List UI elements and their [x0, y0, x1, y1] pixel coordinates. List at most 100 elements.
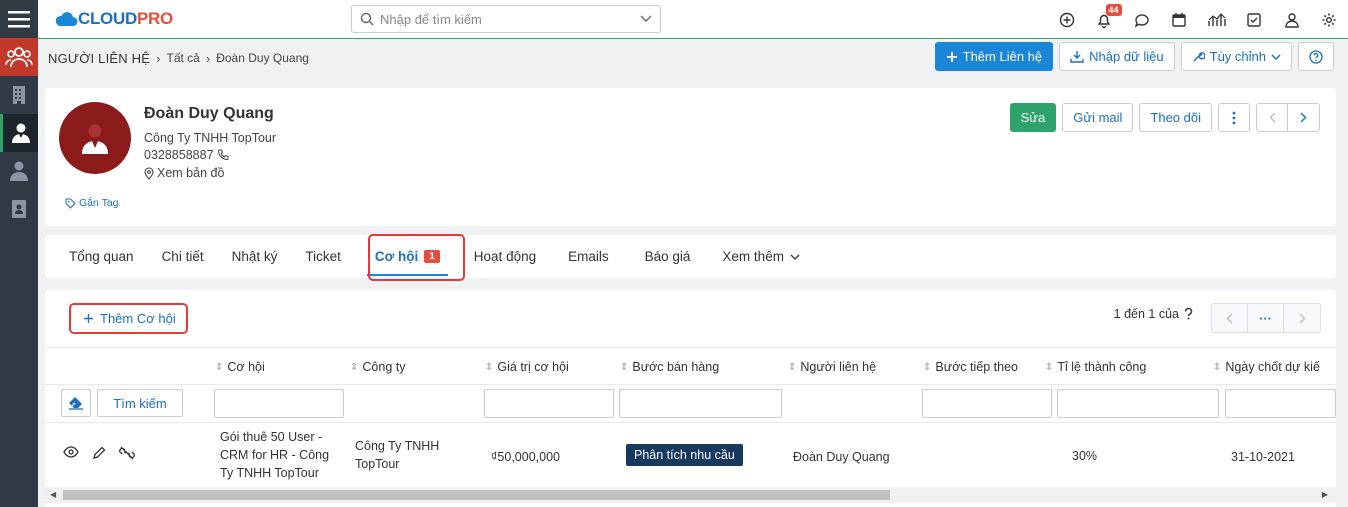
tab-label: Cơ hội: [374, 249, 419, 264]
tab-emails[interactable]: Emails: [550, 235, 623, 278]
tab-ticket[interactable]: Ticket: [291, 235, 355, 278]
add-contact-button[interactable]: Thêm Liên hệ: [934, 42, 1054, 71]
column-header-opportunity[interactable]: ⇕ Cơ hội: [215, 360, 265, 374]
chevron-left-icon: [1269, 112, 1275, 123]
chevron-down-icon: [790, 254, 800, 260]
cell-value: ₫50,000,000: [491, 450, 560, 464]
scrollbar-thumb[interactable]: [63, 490, 890, 500]
add-opportunity-label: Thêm Cơ hội: [100, 310, 176, 326]
horizontal-scrollbar[interactable]: ◀ ▶: [45, 487, 1336, 503]
tab-log[interactable]: Nhật ký: [218, 235, 292, 278]
task-check-icon[interactable]: [1236, 0, 1274, 39]
tab-activities[interactable]: Hoạt động: [460, 235, 550, 278]
page-next-button[interactable]: [1284, 304, 1320, 332]
plus-icon: [84, 313, 93, 323]
import-data-label: Nhập dữ liệu: [1089, 49, 1164, 64]
tab-label: Hoạt động: [473, 249, 537, 264]
add-circle-icon[interactable]: [1048, 0, 1086, 39]
sort-icon: ⇕: [1213, 361, 1222, 373]
edit-button[interactable]: Sửa: [1009, 103, 1057, 132]
cell-company[interactable]: Công Ty TNHH TopTour: [355, 437, 460, 473]
breadcrumb-all[interactable]: Tất cả: [167, 51, 200, 65]
pencil-edit-icon[interactable]: [92, 446, 106, 460]
sort-icon: ⇕: [1045, 361, 1054, 373]
opportunity-count-badge: 1: [424, 250, 440, 263]
cell-opportunity-name[interactable]: Gói thuê 50 User - CRM for HR - Công Ty …: [220, 428, 340, 482]
filter-opportunity-input[interactable]: [214, 389, 344, 418]
column-header-value[interactable]: ⇕ Giá trị cơ hội: [485, 360, 569, 374]
tab-label: Chi tiết: [161, 249, 204, 264]
column-header-sales-stage[interactable]: ⇕ Bước bán hàng: [620, 360, 719, 374]
chevron-down-icon[interactable]: [640, 15, 652, 23]
scroll-right-arrow-icon[interactable]: ▶: [1322, 490, 1328, 499]
person-icon[interactable]: [0, 152, 38, 190]
add-opportunity-button[interactable]: Thêm Cơ hội: [71, 303, 188, 333]
view-map-link[interactable]: Xem bản đồ: [144, 166, 224, 180]
chart-icon[interactable]: [1198, 0, 1236, 39]
opportunities-panel: Thêm Cơ hội 1 đến 1 của ··· ⇕ Cơ hội ⇕ Côn…: [45, 290, 1336, 507]
tab-opportunities[interactable]: Cơ hội 1: [361, 235, 454, 278]
next-record-button[interactable]: [1288, 103, 1320, 132]
filter-close-date-input[interactable]: [1225, 389, 1336, 418]
filter-search-button[interactable]: Tìm kiếm: [97, 389, 183, 417]
filter-value-input[interactable]: [484, 389, 614, 418]
follow-button[interactable]: Theo dõi: [1139, 103, 1212, 132]
tab-more[interactable]: Xem thêm: [704, 235, 814, 278]
download-icon: [1070, 51, 1084, 63]
column-header-next-step[interactable]: ⇕ Bước tiếp theo: [923, 360, 1018, 374]
global-search-box[interactable]: [351, 5, 661, 33]
bell-icon[interactable]: 44: [1086, 0, 1124, 39]
help-question-icon[interactable]: [1184, 308, 1193, 320]
breadcrumb-root[interactable]: NGƯỜI LIÊN HỆ: [48, 51, 150, 66]
tab-label: Nhật ký: [231, 249, 278, 264]
tab-overview[interactable]: Tổng quan: [55, 235, 148, 278]
page-more-label: ···: [1259, 310, 1272, 326]
view-map-label: Xem bản đồ: [157, 166, 225, 180]
column-header-close-date[interactable]: ⇕ Ngày chốt dự kiế: [1213, 360, 1320, 374]
phone-icon[interactable]: [217, 149, 229, 161]
previous-record-button[interactable]: [1256, 103, 1288, 132]
settings-gear-icon[interactable]: [1311, 0, 1348, 39]
clear-filter-button[interactable]: [61, 389, 91, 417]
contact-phone-row[interactable]: 0328858887: [144, 148, 229, 162]
eraser-icon: [69, 397, 83, 410]
contact-person-icon[interactable]: [0, 114, 38, 152]
column-header-contact[interactable]: ⇕ Người liên hệ: [788, 360, 876, 374]
page-more-button[interactable]: ···: [1248, 304, 1284, 332]
global-search-input[interactable]: [380, 11, 640, 27]
user-profile-icon[interactable]: [1273, 0, 1311, 39]
send-mail-button[interactable]: Gửi mail: [1062, 103, 1134, 132]
table-row: Gói thuê 50 User - CRM for HR - Công Ty …: [45, 423, 1336, 487]
tab-label: Tổng quan: [69, 249, 134, 264]
add-tag-link[interactable]: Gắn Tag: [65, 197, 119, 209]
calendar-icon[interactable]: [1161, 0, 1199, 39]
page-previous-button[interactable]: [1212, 304, 1248, 332]
vertical-dots-icon: [1232, 111, 1236, 124]
customize-dropdown-button[interactable]: Tùy chỉnh: [1180, 42, 1292, 71]
column-header-probability[interactable]: ⇕ Tỉ lệ thành công: [1045, 360, 1146, 374]
users-group-icon[interactable]: [0, 38, 38, 76]
scroll-left-arrow-icon[interactable]: ◀: [50, 490, 56, 499]
import-data-button[interactable]: Nhập dữ liệu: [1059, 42, 1175, 71]
chat-icon[interactable]: [1123, 0, 1161, 39]
chevron-down-icon: [1271, 54, 1281, 60]
cloudpro-logo[interactable]: CLOUDPRO: [54, 8, 173, 30]
hamburger-menu-icon[interactable]: [0, 0, 38, 38]
filter-next-step-input[interactable]: [922, 389, 1052, 418]
tab-details[interactable]: Chi tiết: [148, 235, 218, 278]
add-contact-label: Thêm Liên hệ: [962, 49, 1043, 64]
help-button[interactable]: [1298, 42, 1334, 71]
id-card-icon[interactable]: [0, 190, 38, 228]
building-icon[interactable]: [0, 76, 38, 114]
filter-probability-input[interactable]: [1057, 389, 1219, 418]
filter-sales-stage-input[interactable]: [619, 389, 782, 418]
eye-view-icon[interactable]: [63, 446, 79, 458]
more-actions-button[interactable]: [1218, 103, 1250, 132]
unlink-icon[interactable]: [119, 446, 135, 460]
cell-contact[interactable]: Đoàn Duy Quang: [793, 448, 890, 466]
tab-label: Xem thêm: [722, 249, 784, 264]
column-header-company[interactable]: ⇕ Công ty: [350, 360, 405, 374]
sort-icon: ⇕: [485, 361, 494, 373]
contact-company[interactable]: Công Ty TNHH TopTour: [144, 131, 276, 145]
tab-quotes[interactable]: Báo giá: [623, 235, 705, 278]
